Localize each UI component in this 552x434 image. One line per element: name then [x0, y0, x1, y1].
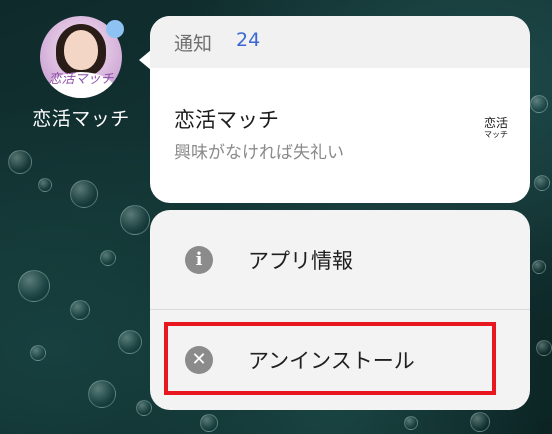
wallpaper-bubble — [120, 205, 150, 235]
notification-card[interactable]: 通知 24 恋活マッチ 興味がなければ失礼い 恋活 マッチ — [150, 16, 530, 203]
menu-item-label: アプリ情報 — [248, 249, 353, 273]
home-screen: 恋活マッチ 恋活マッチ 通知 24 恋活マッチ 興味がなければ失礼い 恋活 マッ… — [0, 0, 552, 434]
wallpaper-bubble — [534, 175, 550, 191]
notification-thumbnail-subtext: マッチ — [484, 130, 508, 139]
wallpaper-bubble — [536, 340, 552, 356]
wallpaper-bubble — [470, 412, 490, 432]
wallpaper-bubble — [200, 414, 218, 432]
portrait-face — [64, 30, 98, 70]
notification-title: 恋活マッチ — [174, 108, 279, 132]
wallpaper-bubble — [18, 270, 50, 302]
wallpaper-bubble — [118, 330, 142, 354]
notification-badge-dot — [106, 20, 124, 38]
wallpaper-bubble — [530, 95, 548, 113]
app-icon-logo-text: 恋活マッチ — [48, 72, 114, 87]
wallpaper-bubble — [532, 260, 546, 274]
wallpaper-bubble — [8, 150, 32, 174]
notification-header-title: 通知 — [174, 33, 213, 55]
notification-thumbnail-text: 恋活 — [483, 116, 508, 130]
wallpaper-bubble — [30, 345, 46, 361]
wallpaper-bubble — [404, 416, 418, 430]
notification-body: 興味がなければ失礼い — [174, 143, 344, 163]
wallpaper-bubble — [38, 178, 52, 192]
wallpaper-bubble — [88, 380, 116, 408]
wallpaper-bubble — [100, 250, 116, 266]
wallpaper-bubble — [70, 180, 98, 208]
info-icon: i — [185, 246, 213, 274]
wallpaper-bubble — [70, 300, 90, 320]
notification-count: 24 — [236, 29, 261, 51]
uninstall-highlight-box — [164, 322, 496, 395]
app-name-label: 恋活マッチ — [32, 108, 130, 130]
notification-thumbnail: 恋活 マッチ — [475, 117, 517, 140]
notification-header: 通知 24 — [150, 16, 530, 68]
menu-item-app-info[interactable]: i アプリ情報 — [150, 210, 530, 310]
